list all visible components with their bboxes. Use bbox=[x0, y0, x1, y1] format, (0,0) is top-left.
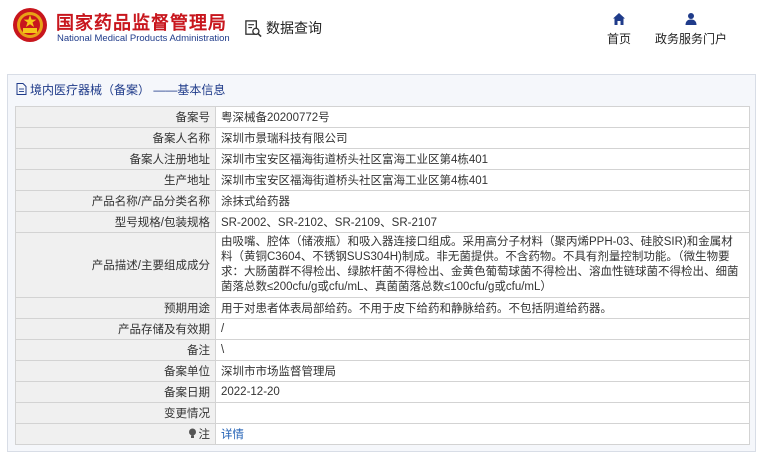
home-icon bbox=[613, 13, 625, 25]
nav-home[interactable]: 首页 bbox=[583, 12, 655, 47]
row-value: SR-2002、SR-2102、SR-2109、SR-2107 bbox=[215, 211, 750, 233]
row-label: 产品描述/主要组成成分 bbox=[15, 232, 216, 298]
panel-title-text: 境内医疗器械（备案） ——基本信息 bbox=[30, 82, 226, 97]
row-label: 备注 bbox=[15, 339, 216, 361]
table-row: 生产地址 深圳市宝安区福海街道桥头社区富海工业区第4栋401 bbox=[15, 169, 750, 191]
document-icon bbox=[16, 83, 27, 95]
table-row: 预期用途 用于对患者体表局部给药。不用于皮下给药和静脉给药。不包括阴道给药器。 bbox=[15, 297, 750, 319]
row-label: 预期用途 bbox=[15, 297, 216, 319]
data-query-link[interactable]: 数据查询 bbox=[244, 17, 322, 39]
row-value bbox=[215, 402, 750, 424]
brand-title-en[interactable]: National Medical Products Administration bbox=[57, 33, 230, 44]
row-value: 由吸嘴、腔体（储液瓶）和吸入器连接口组成。采用高分子材料（聚丙烯PPH-03、硅… bbox=[215, 232, 750, 298]
data-query-label: 数据查询 bbox=[266, 20, 322, 36]
row-label: 型号规格/包装规格 bbox=[15, 211, 216, 233]
table-row: 备案人注册地址 深圳市宝安区福海街道桥头社区富海工业区第4栋401 bbox=[15, 148, 750, 170]
details-link[interactable]: 详情 bbox=[221, 429, 244, 441]
row-value: 用于对患者体表局部给药。不用于皮下给药和静脉给药。不包括阴道给药器。 bbox=[215, 297, 750, 319]
row-value: 深圳市宝安区福海街道桥头社区富海工业区第4栋401 bbox=[215, 148, 750, 170]
row-label: 备案人名称 bbox=[15, 127, 216, 149]
row-value: 深圳市市场监督管理局 bbox=[215, 360, 750, 382]
table-row: 备案人名称 深圳市景瑞科技有限公司 bbox=[15, 127, 750, 149]
row-label: 产品存储及有效期 bbox=[15, 318, 216, 340]
table-row: 产品名称/产品分类名称 涂抹式给药器 bbox=[15, 190, 750, 212]
table-row: 备案日期 2022-12-20 bbox=[15, 381, 750, 403]
row-value: \ bbox=[215, 339, 750, 361]
row-value: 粤深械备20200772号 bbox=[215, 106, 750, 128]
nav-portal-label: 政务服务门户 bbox=[655, 32, 728, 46]
row-label: 变更情况 bbox=[15, 402, 216, 424]
row-label: 产品名称/产品分类名称 bbox=[15, 190, 216, 212]
row-label: 备案单位 bbox=[15, 360, 216, 382]
nav-home-label: 首页 bbox=[606, 32, 631, 46]
table-row: 备案号 粤深械备20200772号 bbox=[15, 106, 750, 128]
table-row: 备注 \ bbox=[15, 339, 750, 361]
row-label: 备案号 bbox=[15, 106, 216, 128]
panel-title: 境内医疗器械（备案） ——基本信息 bbox=[16, 81, 225, 97]
brand-title-cn[interactable]: 国家药品监督管理局 bbox=[56, 9, 227, 35]
row-value: 深圳市景瑞科技有限公司 bbox=[215, 127, 750, 149]
note-value-cell: 详情 bbox=[215, 423, 750, 445]
search-document-icon bbox=[245, 19, 262, 37]
row-value: 深圳市宝安区福海街道桥头社区富海工业区第4栋401 bbox=[215, 169, 750, 191]
note-label-cell: 注 bbox=[15, 423, 216, 445]
note-label: 注 bbox=[198, 428, 211, 441]
table-row: 变更情况 bbox=[15, 402, 750, 424]
row-value: 涂抹式给药器 bbox=[215, 190, 750, 212]
record-detail-panel: 境内医疗器械（备案） ——基本信息 备案号 粤深械备20200772号 备案人名… bbox=[7, 74, 756, 452]
table-row: 产品描述/主要组成成分 由吸嘴、腔体（储液瓶）和吸入器连接口组成。采用高分子材料… bbox=[15, 232, 750, 298]
row-value: / bbox=[215, 318, 750, 340]
row-value: 2022-12-20 bbox=[215, 381, 750, 403]
row-label: 备案人注册地址 bbox=[15, 148, 216, 170]
record-info-table: 备案号 粤深械备20200772号 备案人名称 深圳市景瑞科技有限公司 备案人注… bbox=[15, 106, 750, 445]
table-row: 型号规格/包装规格 SR-2002、SR-2102、SR-2109、SR-210… bbox=[15, 211, 750, 233]
bulb-icon bbox=[188, 428, 196, 439]
table-row: 产品存储及有效期 / bbox=[15, 318, 750, 340]
national-emblem-icon bbox=[13, 8, 47, 42]
table-row: 注 详情 bbox=[15, 423, 750, 445]
site-header: 国家药品监督管理局 National Medical Products Admi… bbox=[0, 0, 761, 58]
nav-service-portal[interactable]: 政务服务门户 bbox=[655, 12, 727, 47]
row-label: 备案日期 bbox=[15, 381, 216, 403]
table-row: 备案单位 深圳市市场监督管理局 bbox=[15, 360, 750, 382]
row-label: 生产地址 bbox=[15, 169, 216, 191]
user-icon bbox=[685, 13, 697, 25]
